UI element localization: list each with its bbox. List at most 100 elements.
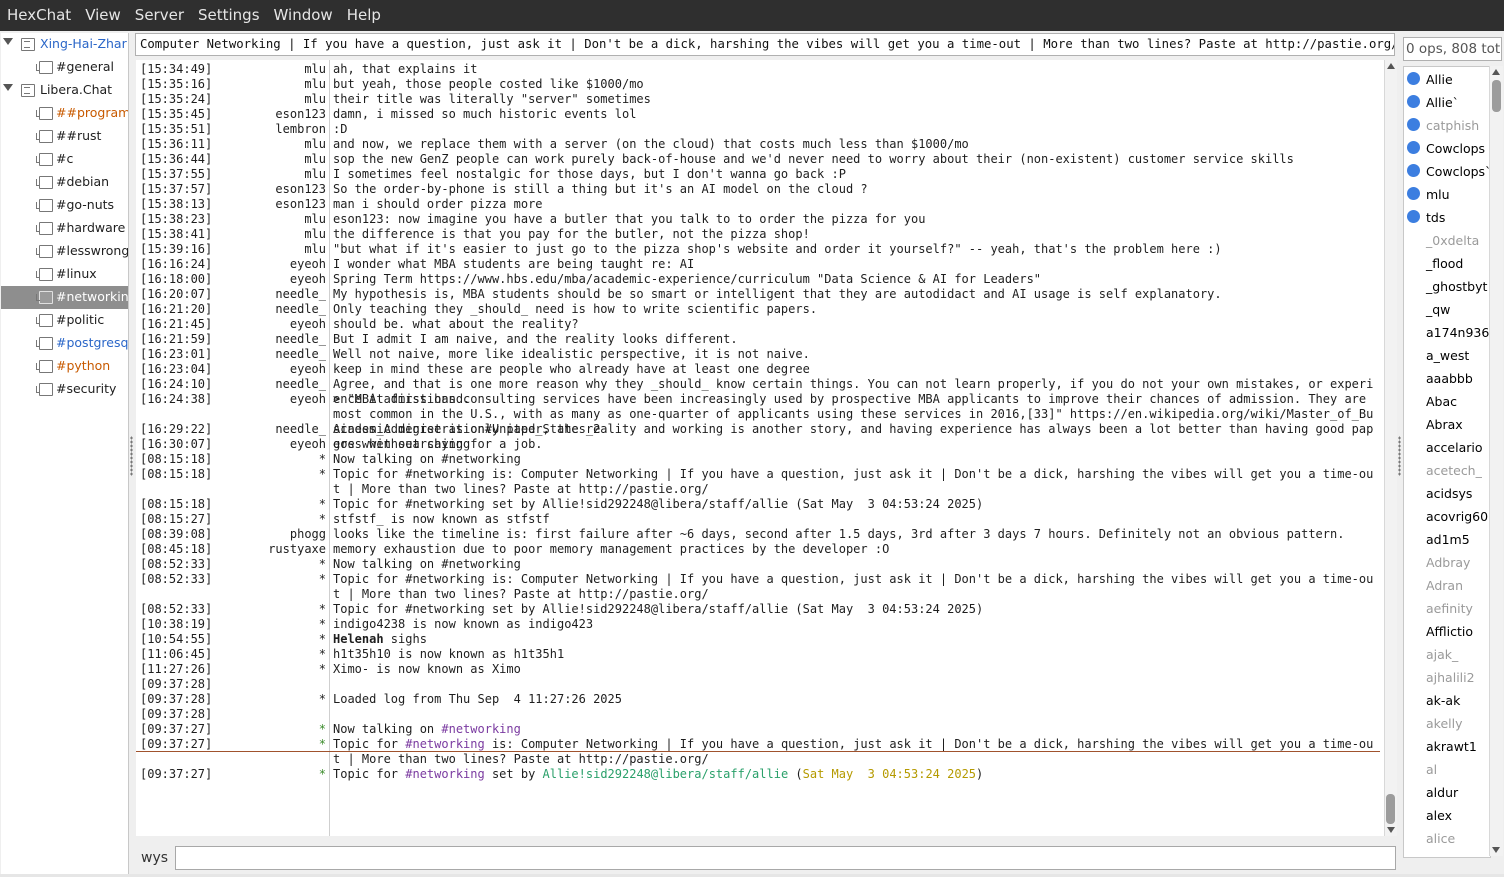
nick[interactable]: * [319, 737, 326, 752]
tree-channel-lesswrong[interactable]: #lesswrong [1, 240, 128, 263]
nick[interactable]: * [319, 767, 326, 782]
message-chan[interactable]: #networking [405, 767, 484, 781]
userlist-scrollbar[interactable] [1489, 66, 1503, 856]
user-qw[interactable]: _qw [1404, 298, 1490, 321]
tree-channel-python[interactable]: #python [1, 355, 128, 378]
nick[interactable]: * [319, 722, 326, 737]
tree-channel-hardware[interactable]: #hardware [1, 217, 128, 240]
nick[interactable]: needle_ [275, 332, 326, 347]
menu-hexchat[interactable]: HexChat [0, 0, 78, 31]
menu-view[interactable]: View [78, 0, 128, 31]
nick[interactable]: * [319, 692, 326, 707]
user-acetech[interactable]: acetech_ [1404, 459, 1490, 482]
expander-icon[interactable] [3, 84, 13, 91]
user-akrawt1[interactable]: akrawt1 [1404, 735, 1490, 758]
tree-channel-programm[interactable]: ##programm [1, 102, 128, 125]
nick[interactable]: eyeoh [290, 272, 326, 287]
nick[interactable]: eyeoh [290, 317, 326, 332]
scroll-thumb[interactable] [1386, 794, 1395, 824]
nick[interactable]: lembron [275, 122, 326, 137]
tree-channel-linux[interactable]: #linux [1, 263, 128, 286]
topic-bar[interactable]: Computer Networking | If you have a ques… [135, 33, 1395, 56]
pane-resize-grip-left[interactable] [130, 436, 133, 476]
user-cowclops[interactable]: Cowclops` [1404, 160, 1490, 183]
user-abrax[interactable]: Abrax [1404, 413, 1490, 436]
tree-channel-rust[interactable]: ##rust [1, 125, 128, 148]
tree-channel-debian[interactable]: #debian [1, 171, 128, 194]
scroll-thumb[interactable] [1492, 80, 1501, 112]
nick[interactable]: * [319, 557, 326, 572]
message-chan[interactable]: #networking [405, 737, 484, 751]
nick[interactable]: * [319, 647, 326, 662]
nick-button[interactable]: wys [141, 850, 168, 866]
tree-channel-security[interactable]: #security [1, 378, 128, 401]
tree-channel-politic[interactable]: #politic [1, 309, 128, 332]
chat-scrollbar[interactable] [1384, 60, 1397, 836]
nick[interactable]: mlu [304, 227, 326, 242]
nick[interactable]: eyeoh [290, 437, 326, 452]
nick[interactable]: eyeoh [290, 362, 326, 377]
scroll-up-arrow-icon[interactable] [1492, 69, 1500, 75]
nick[interactable]: * [319, 572, 326, 587]
user-cowclops[interactable]: Cowclops [1404, 137, 1490, 160]
nick[interactable]: * [319, 497, 326, 512]
user-ajak[interactable]: ajak_ [1404, 643, 1490, 666]
user-a174n936[interactable]: a174n936 [1404, 321, 1490, 344]
scroll-up-arrow-icon[interactable] [1387, 63, 1395, 69]
user-ajhalili2[interactable]: ajhalili2 [1404, 666, 1490, 689]
user-catphish[interactable]: catphish [1404, 114, 1490, 137]
user-aefinity[interactable]: aefinity [1404, 597, 1490, 620]
user-mlu[interactable]: mlu [1404, 183, 1490, 206]
user-akelly[interactable]: akelly [1404, 712, 1490, 735]
user-0xdelta[interactable]: _0xdelta [1404, 229, 1490, 252]
nick[interactable]: * [319, 512, 326, 527]
user-ghostbyt[interactable]: _ghostbyt [1404, 275, 1490, 298]
menu-settings[interactable]: Settings [191, 0, 267, 31]
user-awest[interactable]: a_west [1404, 344, 1490, 367]
nick[interactable]: phogg [290, 527, 326, 542]
user-ad1m5[interactable]: ad1m5 [1404, 528, 1490, 551]
nick[interactable]: needle_ [275, 347, 326, 362]
message-host[interactable]: Allie!sid292248@libera/staff/allie [543, 767, 789, 781]
menu-server[interactable]: Server [128, 0, 191, 31]
nick[interactable]: needle_ [275, 302, 326, 317]
nick[interactable]: * [319, 602, 326, 617]
nick[interactable]: eyeoh [290, 257, 326, 272]
nick[interactable]: mlu [304, 212, 326, 227]
user-alex[interactable]: alex [1404, 804, 1490, 827]
tree-server-xinghaizhar[interactable]: Xing-Hai-Zhar [1, 33, 128, 56]
nick[interactable]: * [319, 452, 326, 467]
menu-window[interactable]: Window [267, 0, 340, 31]
nick[interactable]: * [319, 467, 326, 482]
tree-channel-general[interactable]: #general [1, 56, 128, 79]
nick[interactable]: * [319, 662, 326, 677]
nick[interactable]: mlu [304, 242, 326, 257]
user-acovrig60[interactable]: acovrig60 [1404, 505, 1490, 528]
nick[interactable]: mlu [304, 77, 326, 92]
nick[interactable]: rustyaxe [268, 542, 326, 557]
nick[interactable]: eson123 [275, 182, 326, 197]
expander-icon[interactable] [3, 38, 13, 45]
scroll-down-arrow-icon[interactable] [1492, 847, 1500, 853]
pane-resize-grip-right[interactable] [1398, 436, 1401, 476]
message-chan[interactable]: #networking [441, 722, 520, 736]
user-allie[interactable]: Allie` [1404, 91, 1490, 114]
user-flood[interactable]: _flood [1404, 252, 1490, 275]
user-tds[interactable]: tds [1404, 206, 1490, 229]
nick[interactable]: * [319, 617, 326, 632]
user-al[interactable]: al [1404, 758, 1490, 781]
nick[interactable]: eyeoh [290, 392, 326, 407]
nick[interactable]: needle_ [275, 287, 326, 302]
nick[interactable]: mlu [304, 152, 326, 167]
nick[interactable]: * [319, 632, 326, 647]
user-abac[interactable]: Abac [1404, 390, 1490, 413]
user-acidsys[interactable]: acidsys [1404, 482, 1490, 505]
scroll-down-arrow-icon[interactable] [1387, 827, 1395, 833]
tree-server-liberachat[interactable]: Libera.Chat [1, 79, 128, 102]
user-adran[interactable]: Adran [1404, 574, 1490, 597]
user-akak[interactable]: ak-ak [1404, 689, 1490, 712]
user-aaabbb[interactable]: aaabbb [1404, 367, 1490, 390]
user-adbray[interactable]: Adbray [1404, 551, 1490, 574]
nick[interactable]: mlu [304, 62, 326, 77]
menu-help[interactable]: Help [340, 0, 388, 31]
